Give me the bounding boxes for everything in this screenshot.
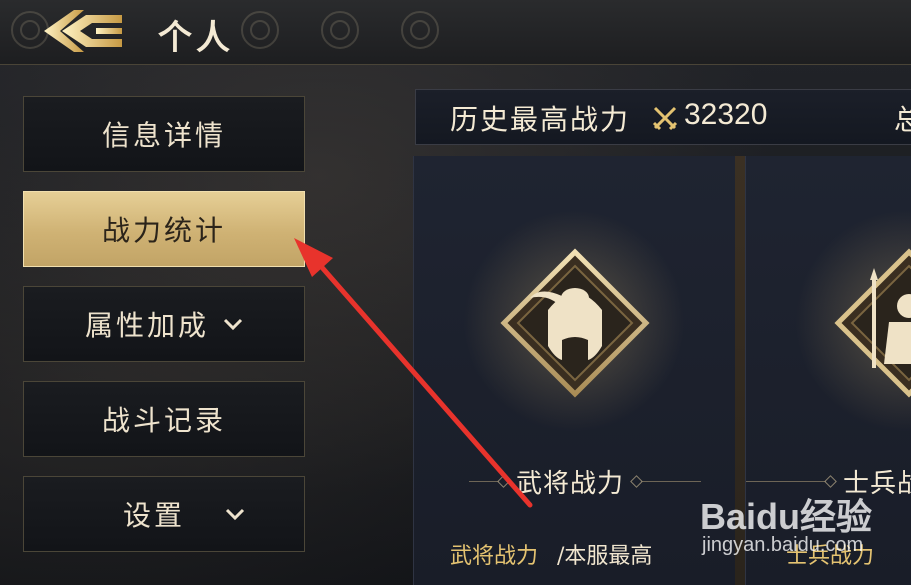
footer-general-power-label: 武将战力 — [450, 544, 539, 569]
decor-line — [641, 480, 702, 482]
menu-item-label: 战力统计 — [101, 214, 226, 247]
decor-diamond — [497, 474, 510, 488]
menu-item-settings[interactable]: 设置 — [23, 476, 305, 552]
card-label-row: 武将战力 — [469, 461, 702, 501]
general-power-card[interactable]: 武将战力 — [413, 156, 737, 585]
menu-item-attribute-bonus[interactable]: 属性加成 — [23, 286, 305, 362]
chevron-down-icon — [223, 318, 243, 331]
soldier-emblem-icon — [834, 248, 911, 398]
page-title: 个人 — [158, 18, 234, 58]
menu-item-label: 战斗记录 — [101, 404, 226, 437]
decor-line — [469, 480, 499, 482]
highest-power-bar: 历史最高战力 32320 总 — [415, 89, 911, 145]
menu-item-label: 信息详情 — [101, 119, 226, 152]
highest-power-value: 32320 — [684, 98, 768, 131]
back-button[interactable] — [40, 6, 126, 56]
header-bar: 个人 — [0, 0, 911, 65]
menu-item-label: 属性加成 — [84, 309, 209, 342]
watermark-logo: Baidu经验 — [700, 496, 873, 537]
crossed-swords-icon — [652, 106, 678, 131]
footer-server-highest: /本服最高 — [557, 544, 653, 569]
header-pattern — [11, 11, 439, 49]
general-power-label: 武将战力 — [516, 468, 625, 499]
watermark-url: jingyan.baidu.com — [702, 534, 864, 556]
decor-diamond — [824, 474, 837, 488]
total-power-label-partial: 总 — [894, 103, 911, 136]
decor-diamond — [630, 474, 643, 488]
menu-item-label: 设置 — [122, 499, 185, 532]
footer-general-power: 武将战力 /本服最高 — [450, 538, 652, 570]
general-helmet-emblem-icon — [500, 248, 650, 398]
highest-power-label: 历史最高战力 — [450, 103, 631, 136]
watermark: Baidu经验 jingyan.baidu.com — [690, 488, 890, 578]
menu-item-power-stats[interactable]: 战力统计 — [23, 191, 305, 267]
chevron-down-icon — [225, 508, 245, 521]
menu-item-info-details[interactable]: 信息详情 — [23, 96, 305, 172]
menu-item-battle-records[interactable]: 战斗记录 — [23, 381, 305, 457]
decor-line — [746, 480, 826, 482]
back-arrow-icon — [44, 10, 122, 52]
